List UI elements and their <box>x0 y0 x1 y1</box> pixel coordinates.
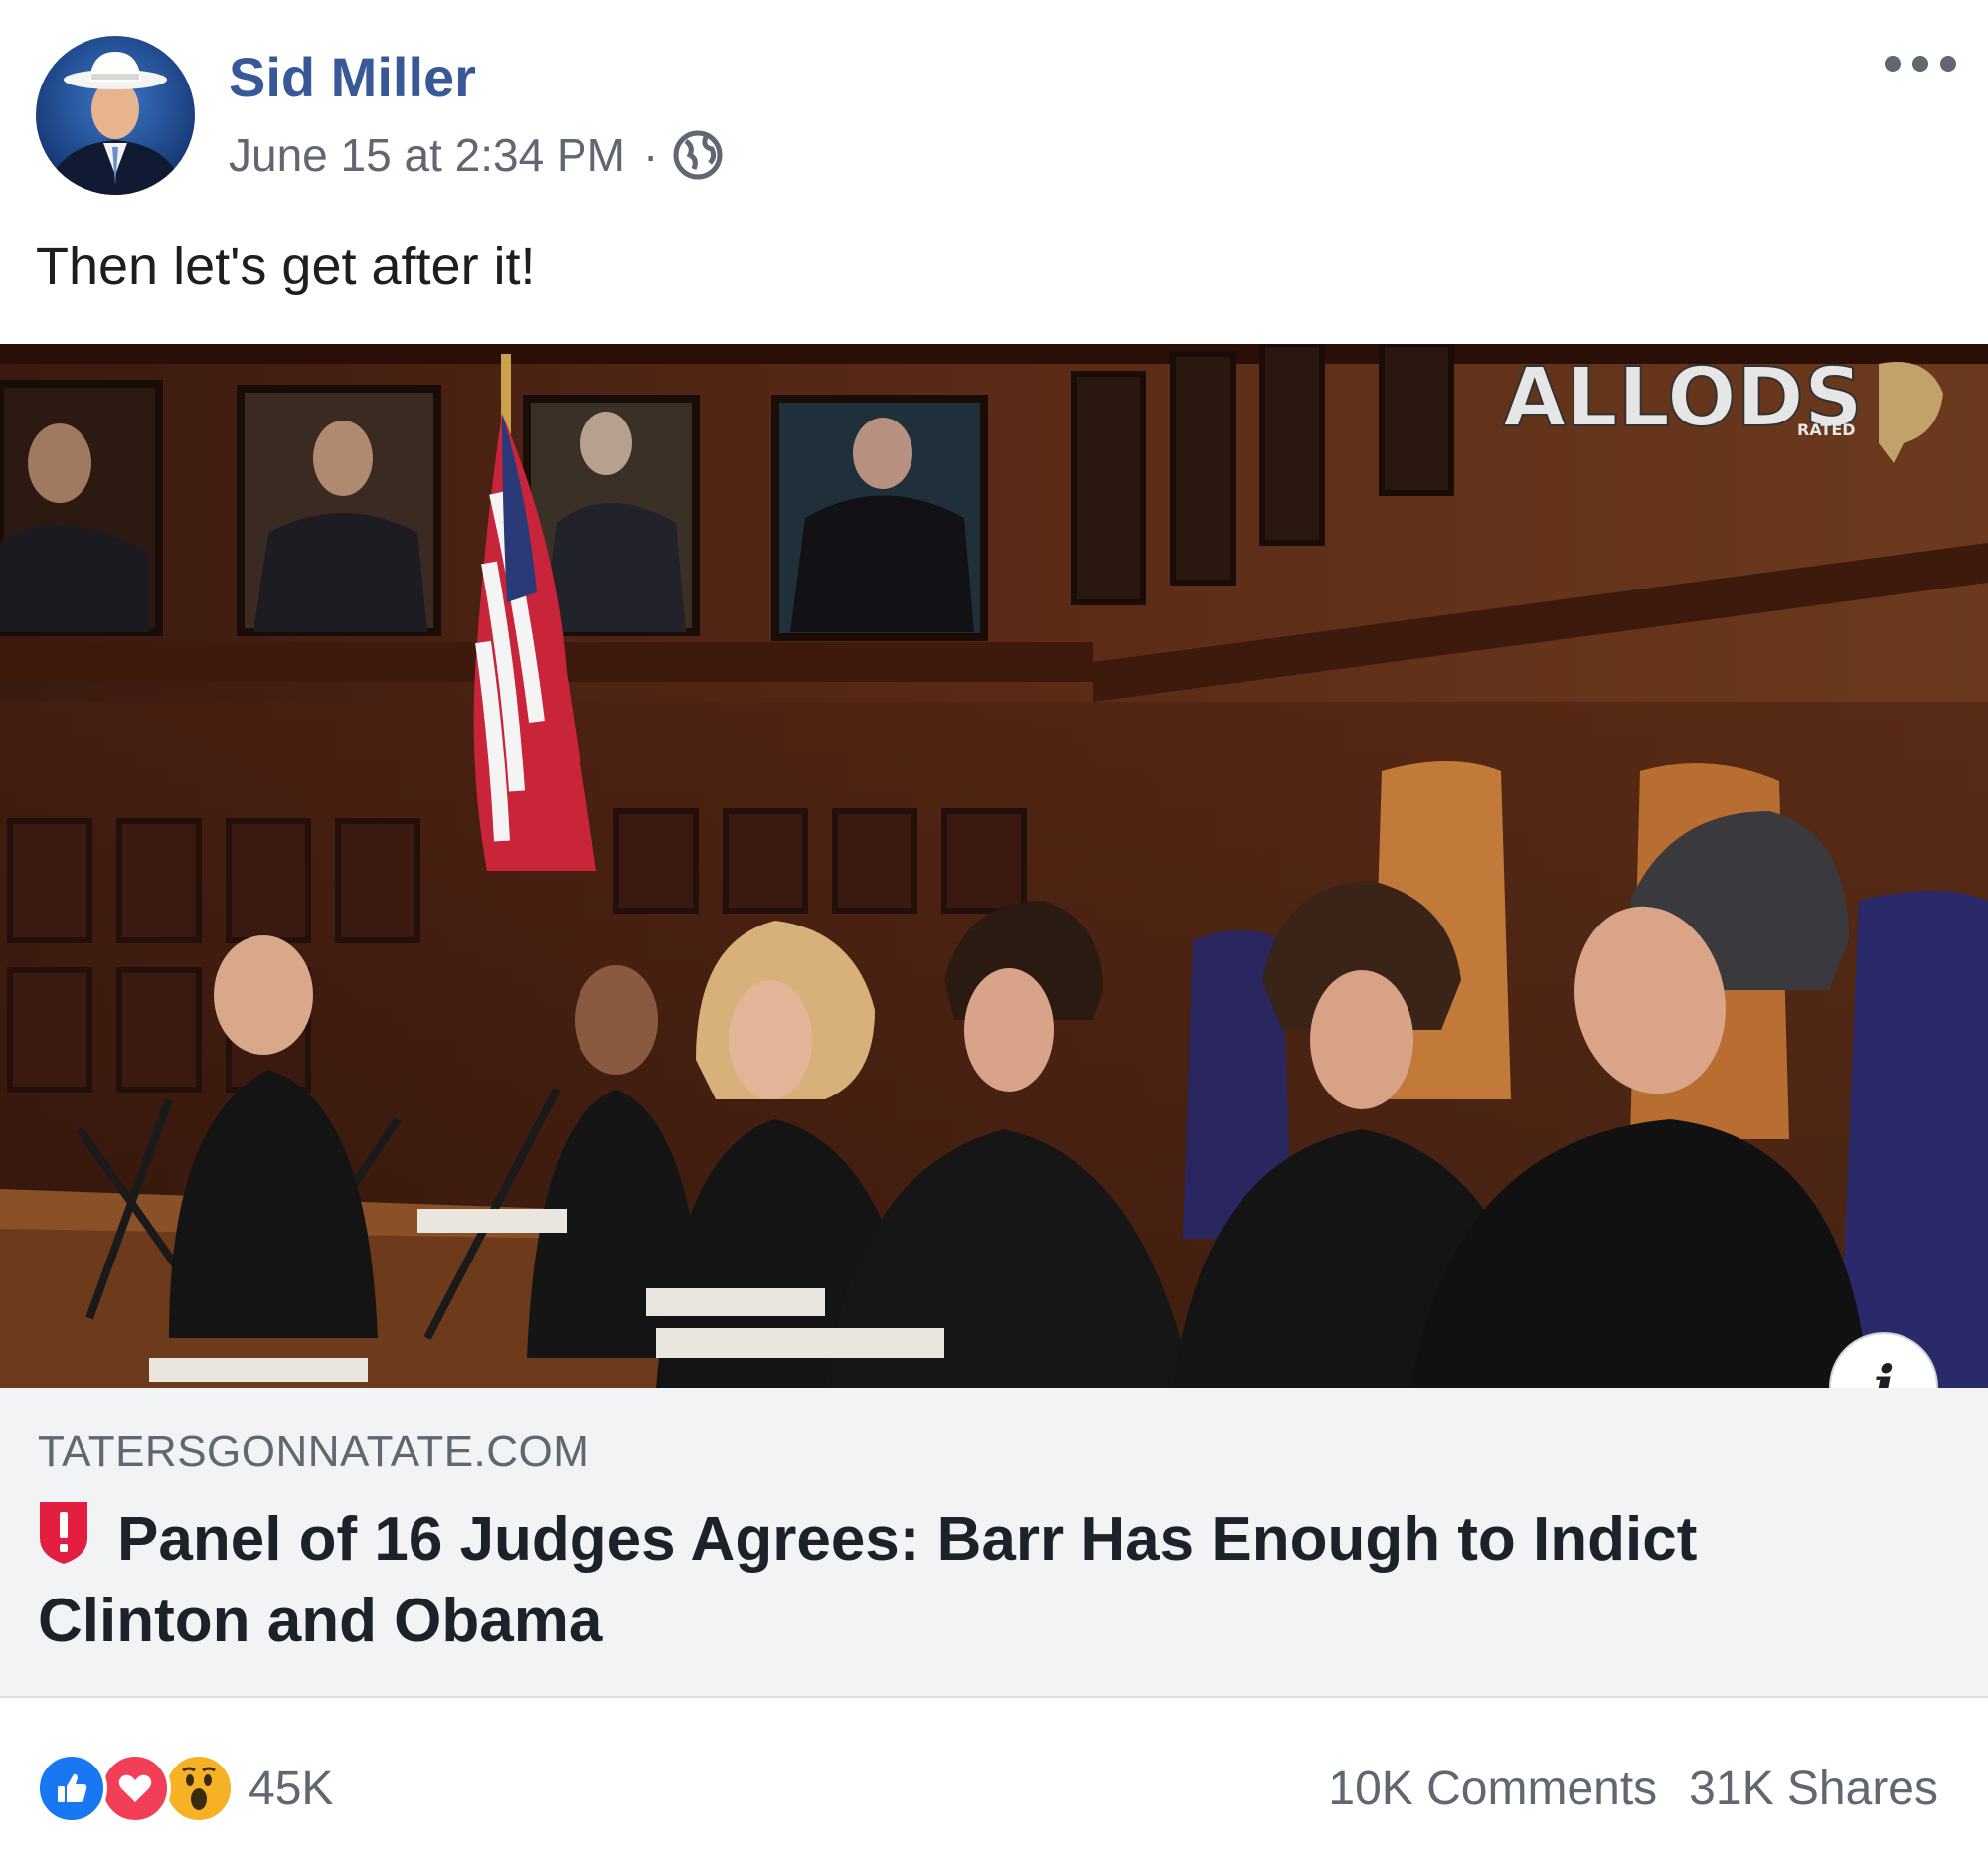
like-icon <box>36 1753 107 1824</box>
post-header: Sid Miller June 15 at 2:34 PM · <box>0 0 1988 219</box>
facebook-post: Sid Miller June 15 at 2:34 PM · Then let… <box>0 0 1988 1852</box>
post-message: Then let's get after it! <box>36 237 536 296</box>
reaction-count: 45K <box>248 1762 334 1815</box>
link-title-text: Panel of 16 Judges Agrees: Barr Has Enou… <box>38 1505 1698 1655</box>
watermark-subtext: RATED <box>1797 421 1856 439</box>
meta-separator: · <box>642 129 659 181</box>
post-footer: 45K 10K Comments 31K Shares <box>0 1700 1988 1852</box>
more-options-icon[interactable] <box>1885 44 1956 84</box>
author-name-link[interactable]: Sid Miller <box>229 46 476 109</box>
post-image[interactable]: ALLODS RATED <box>0 344 1988 1388</box>
comments-count-link[interactable]: 10K Comments <box>1328 1762 1657 1816</box>
reactions-summary[interactable]: 45K <box>36 1752 333 1825</box>
post-meta: June 15 at 2:34 PM · <box>229 125 724 185</box>
link-title[interactable]: Panel of 16 Judges Agrees: Barr Has Enou… <box>38 1499 1926 1662</box>
post-timestamp[interactable]: June 15 at 2:34 PM <box>229 128 625 182</box>
engagement-stats: 10K Comments 31K Shares <box>1328 1752 1938 1825</box>
shield-warning-icon <box>38 1500 89 1566</box>
shares-count-link[interactable]: 31K Shares <box>1689 1762 1938 1816</box>
love-icon <box>99 1753 171 1824</box>
link-domain: TATERSGONNATATE.COM <box>38 1428 590 1476</box>
wow-icon <box>163 1753 235 1824</box>
globe-icon[interactable] <box>672 129 724 181</box>
author-avatar[interactable] <box>36 36 195 195</box>
link-preview[interactable]: TATERSGONNATATE.COM Panel of 16 Judges A… <box>0 1388 1988 1698</box>
